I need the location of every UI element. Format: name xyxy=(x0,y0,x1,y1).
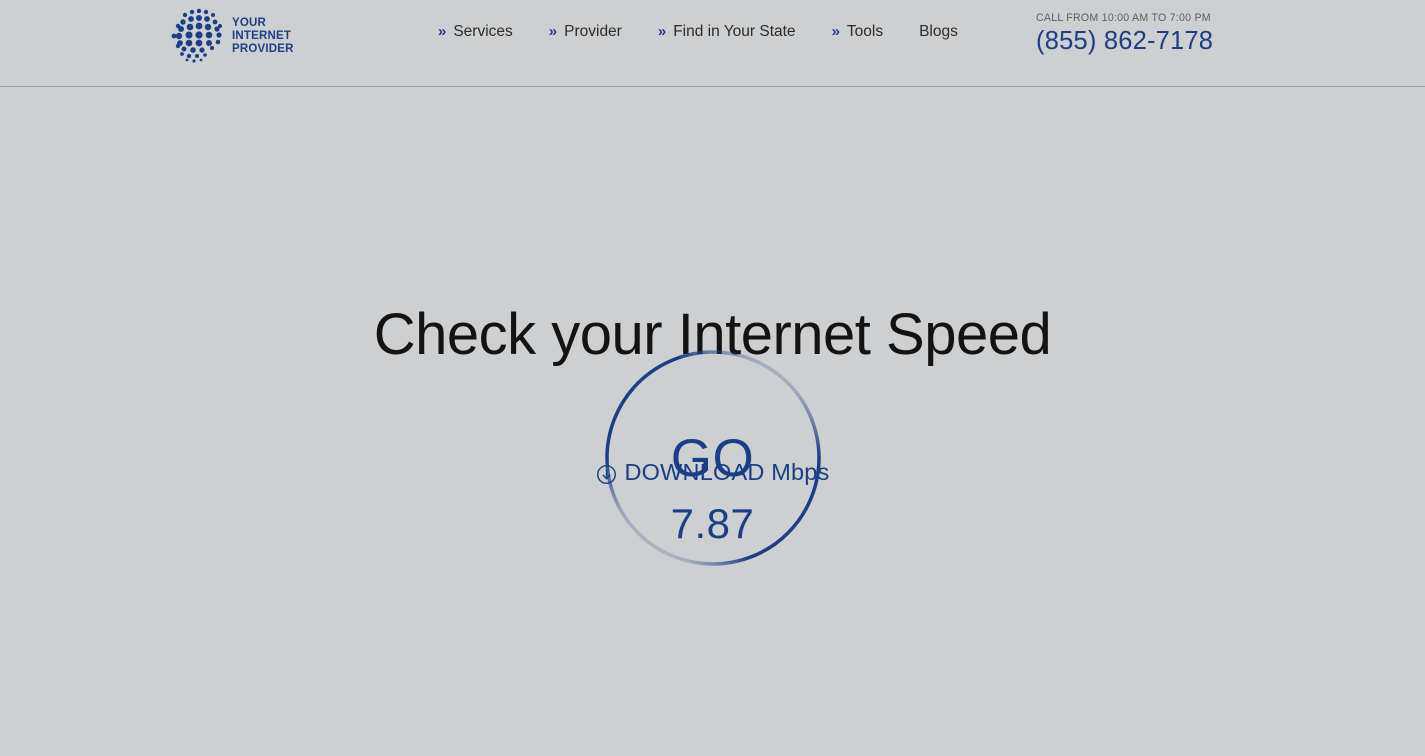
nav-item-tools[interactable]: » Tools xyxy=(832,24,884,40)
call-hours-text: CALL FROM 10:00 AM TO 7:00 PM xyxy=(1036,12,1211,24)
speed-test-result: DOWNLOAD Mbps 7.87 xyxy=(0,458,1425,549)
download-speed-value: 7.87 xyxy=(670,499,755,547)
phone-number-link[interactable]: (855) 862‑7178 xyxy=(1036,25,1213,57)
logo-line-1: YOUR xyxy=(232,16,267,29)
site-header: YOUR INTERNET PROVIDER » Services » Prov… xyxy=(0,0,1425,87)
double-chevron-right-icon: » xyxy=(657,23,667,41)
nav-item-services[interactable]: » Services xyxy=(438,24,513,40)
nav-label-find-in-your-state: Find in Your State xyxy=(673,23,796,40)
double-chevron-right-icon: » xyxy=(548,23,558,41)
logo-line-3: PROVIDER xyxy=(232,42,294,55)
nav-label-tools: Tools xyxy=(846,23,884,40)
double-chevron-right-icon: » xyxy=(438,23,447,41)
nav-label-blogs: Blogs xyxy=(919,23,958,40)
download-metric-label: DOWNLOAD Mbps xyxy=(624,459,830,485)
logo-wordmark: YOUR INTERNET PROVIDER xyxy=(232,17,294,56)
nav-item-blogs[interactable]: Blogs xyxy=(919,24,958,40)
download-metric-header: DOWNLOAD Mbps xyxy=(596,458,830,486)
nav-label-services: Services xyxy=(453,23,513,40)
download-circle-arrow-icon xyxy=(596,463,617,484)
call-info: CALL FROM 10:00 AM TO 7:00 PM (855) 862‑… xyxy=(1036,11,1213,57)
nav-item-find-in-your-state[interactable]: » Find in Your State xyxy=(658,24,796,40)
logo-line-2: INTERNET xyxy=(232,29,292,42)
main-content: Check your Internet Speed GO DOWNLOAD Mb… xyxy=(0,87,1425,756)
nav-item-provider[interactable]: » Provider xyxy=(549,24,622,40)
nav-label-provider: Provider xyxy=(564,23,622,40)
primary-navigation: » Services » Provider » Find in Your Sta… xyxy=(438,24,958,40)
site-logo[interactable]: YOUR INTERNET PROVIDER xyxy=(168,2,294,70)
double-chevron-right-icon: » xyxy=(831,23,840,41)
globe-dots-logo-icon xyxy=(171,8,222,63)
